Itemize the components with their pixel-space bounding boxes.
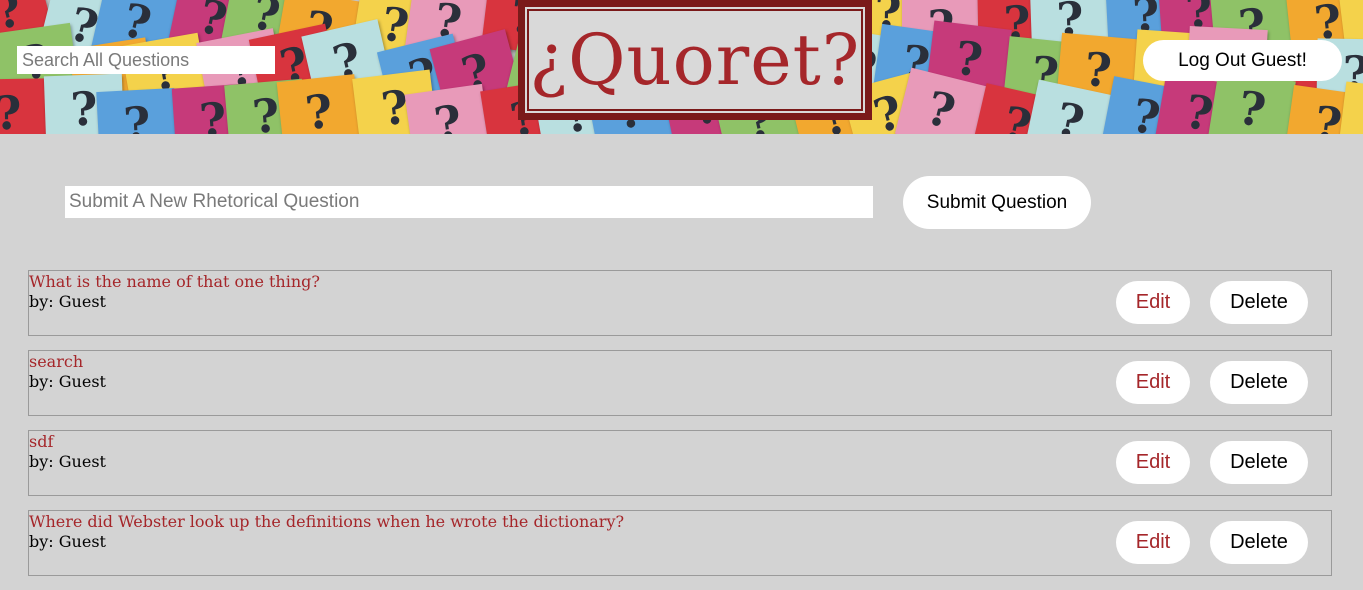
delete-button[interactable]: Delete: [1210, 361, 1308, 404]
question-author: by: Guest: [29, 532, 106, 551]
question-item: sdf by: Guest Edit Delete: [28, 430, 1332, 496]
question-note-icon: ?: [96, 88, 178, 134]
question-title: What is the name of that one thing?: [29, 272, 320, 291]
question-author: by: Guest: [29, 452, 106, 471]
question-title: Where did Webster look up the definition…: [29, 512, 625, 531]
delete-button[interactable]: Delete: [1210, 441, 1308, 484]
question-item: search by: Guest Edit Delete: [28, 350, 1332, 416]
site-logo: ¿Quoret?: [518, 0, 872, 120]
edit-button[interactable]: Edit: [1116, 521, 1190, 564]
question-list: What is the name of that one thing? by: …: [28, 270, 1332, 590]
search-all-questions-input[interactable]: [17, 46, 275, 74]
question-title: search: [29, 352, 84, 371]
edit-button[interactable]: Edit: [1116, 361, 1190, 404]
submit-question-button[interactable]: Submit Question: [903, 176, 1091, 229]
edit-button[interactable]: Edit: [1116, 441, 1190, 484]
question-author: by: Guest: [29, 372, 106, 391]
new-question-input[interactable]: [65, 186, 873, 218]
question-note-icon: ?: [0, 78, 48, 134]
logout-button[interactable]: Log Out Guest!: [1143, 40, 1342, 81]
question-note-icon: ?: [276, 74, 362, 134]
question-item: What is the name of that one thing? by: …: [28, 270, 1332, 336]
logo-text: ¿Quoret?: [529, 19, 861, 101]
edit-button[interactable]: Edit: [1116, 281, 1190, 324]
question-title: sdf: [29, 432, 54, 451]
question-author: by: Guest: [29, 292, 106, 311]
delete-button[interactable]: Delete: [1210, 521, 1308, 564]
question-item: Where did Webster look up the definition…: [28, 510, 1332, 576]
header-banner: ????????????????????????????????????????…: [0, 0, 1363, 134]
delete-button[interactable]: Delete: [1210, 281, 1308, 324]
